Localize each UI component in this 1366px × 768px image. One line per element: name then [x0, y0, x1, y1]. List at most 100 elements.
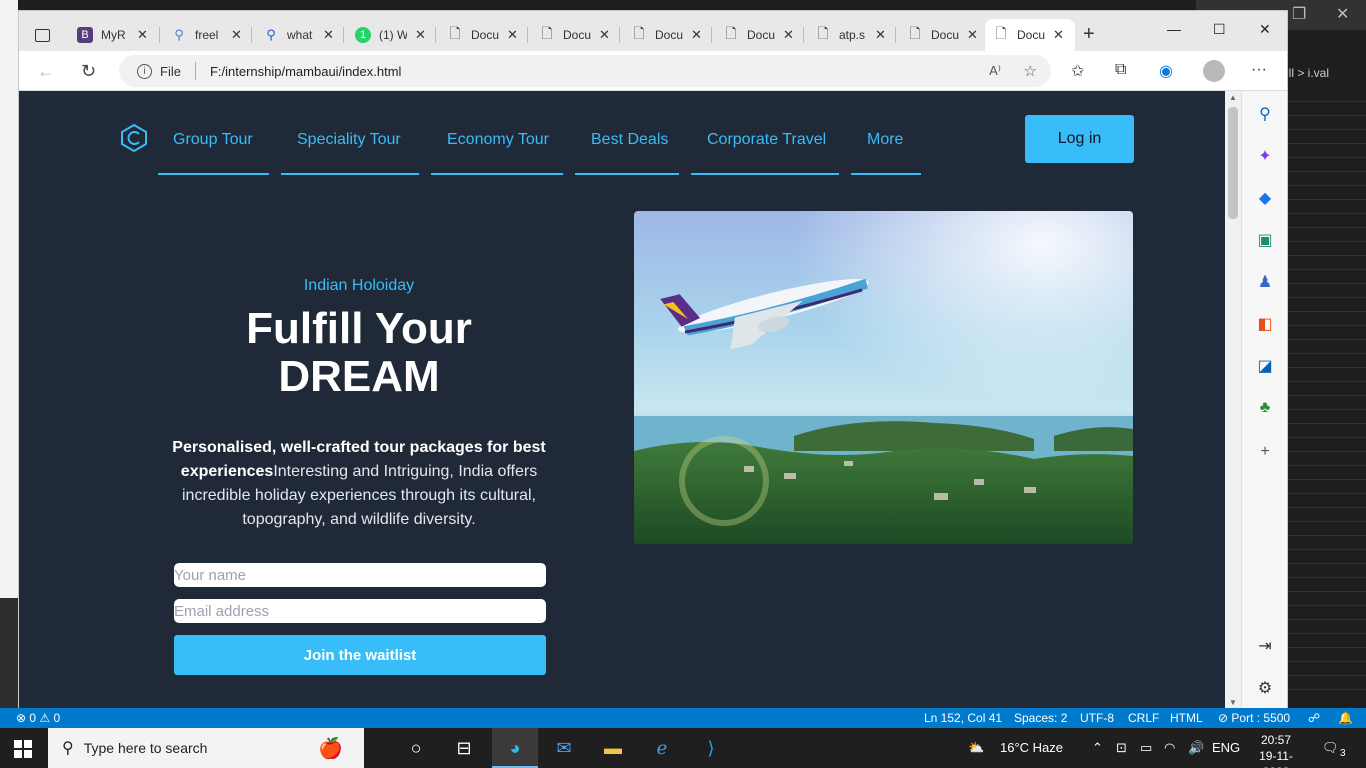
volume-icon[interactable]: 🔊	[1188, 740, 1204, 756]
mail-icon[interactable]: ✉	[552, 736, 576, 760]
action-center-icon[interactable]: 🗨	[1322, 740, 1339, 756]
collections-icon[interactable]: ⧉	[1115, 61, 1126, 79]
clock[interactable]: 20:57 19-11-2022	[1250, 732, 1302, 768]
tab-docu-active[interactable]: 🗋 Docu ✕	[985, 19, 1075, 51]
email-field[interactable]	[174, 599, 546, 623]
close-window-icon[interactable]: ✕	[1259, 21, 1271, 38]
scrollbar-thumb[interactable]	[1228, 107, 1238, 219]
nav-group-tour[interactable]: Group Tour	[173, 131, 253, 149]
close-tab-icon[interactable]: ✕	[783, 27, 794, 43]
tab-docu-2[interactable]: 🗋 Docu ✕	[531, 19, 618, 51]
close-tab-icon[interactable]: ✕	[599, 27, 610, 43]
feedback-icon[interactable]: ☍	[1308, 711, 1320, 725]
internet-explorer-icon[interactable]: ℯ	[650, 736, 674, 760]
info-icon[interactable]: i	[137, 63, 152, 79]
nav-economy-tour[interactable]: Economy Tour	[447, 131, 549, 149]
close-tab-icon[interactable]: ✕	[875, 27, 886, 43]
tab-docu-5[interactable]: 🗋 Docu ✕	[899, 19, 986, 51]
favorites-icon[interactable]: ✩	[1071, 61, 1084, 81]
close-icon[interactable]: ✕	[1336, 4, 1349, 24]
vscode-icon[interactable]: ⟩	[699, 736, 723, 760]
minimize-icon[interactable]: —	[1167, 21, 1181, 37]
address-bar[interactable]: i File F:/internship/mambaui/index.html …	[119, 55, 1051, 87]
settings-icon[interactable]: ⚙	[1256, 679, 1274, 697]
workspaces-button[interactable]	[27, 19, 66, 51]
tree-icon[interactable]: ♣	[1256, 399, 1274, 417]
close-tab-icon[interactable]: ✕	[691, 27, 702, 43]
read-aloud-icon[interactable]: A⁾	[989, 63, 1001, 79]
indent-spaces[interactable]: Spaces: 2	[1014, 711, 1067, 725]
tab-freel[interactable]: ⚲ freel ✕	[163, 19, 250, 51]
name-field[interactable]	[174, 563, 546, 587]
tab-docu-3[interactable]: 🗋 Docu ✕	[623, 19, 710, 51]
refresh-icon[interactable]: ↻	[81, 61, 96, 82]
task-view-icon[interactable]: ○	[404, 736, 428, 760]
search-icon[interactable]: ⚲	[1256, 105, 1274, 123]
encoding[interactable]: UTF-8	[1080, 711, 1114, 725]
page-scrollbar[interactable]: ▲ ▼	[1225, 91, 1241, 709]
sidebar-collapse-icon[interactable]: ⇥	[1256, 637, 1274, 655]
tab-what[interactable]: ⚲ what ✕	[255, 19, 342, 51]
close-tab-icon[interactable]: ✕	[137, 27, 148, 43]
nav-best-deals[interactable]: Best Deals	[591, 131, 668, 149]
windows-taskbar: ⚲ Type here to search 🍎 ○ ⊟ ◕ ✉ ▬ ℯ ⟩ ⛅ …	[0, 728, 1366, 768]
tools-icon[interactable]: ▣	[1256, 231, 1274, 249]
network-icon[interactable]: ⊡	[1116, 740, 1127, 756]
input-language[interactable]: ENG	[1212, 740, 1240, 755]
avatar[interactable]	[1203, 60, 1225, 82]
taskbar-search[interactable]: ⚲ Type here to search 🍎	[48, 728, 364, 768]
show-hidden-icons-icon[interactable]: ⌃	[1092, 740, 1103, 756]
restore-icon[interactable]: ❐	[1292, 4, 1306, 24]
edge-icon[interactable]: ◕	[503, 736, 527, 760]
search-icon: ⚲	[62, 740, 74, 757]
office-icon[interactable]: ◧	[1256, 315, 1274, 333]
widgets-icon[interactable]: ⊟	[452, 736, 476, 760]
line-ending[interactable]: CRLF	[1128, 711, 1159, 725]
tab-atp[interactable]: 🗋 atp.s ✕	[807, 19, 894, 51]
close-tab-icon[interactable]: ✕	[323, 27, 334, 43]
logo-icon[interactable]	[119, 123, 149, 153]
close-tab-icon[interactable]: ✕	[231, 27, 242, 43]
weather-icon[interactable]: ⛅	[968, 740, 984, 756]
back-icon[interactable]: ←	[37, 61, 55, 82]
edge-feature-icon[interactable]: ◉	[1159, 61, 1173, 81]
url-text[interactable]: F:/internship/mambaui/index.html	[210, 64, 401, 79]
vscode-breadcrumb[interactable]: ill > i.val	[1286, 66, 1329, 80]
live-server-port[interactable]: ⊘ Port : 5500	[1218, 711, 1290, 725]
discover-icon[interactable]: ✦	[1256, 147, 1274, 165]
tab-docu-4[interactable]: 🗋 Docu ✕	[715, 19, 802, 51]
document-icon: 🗋	[725, 25, 737, 41]
new-tab-icon[interactable]: +	[1083, 23, 1095, 46]
close-tab-icon[interactable]: ✕	[967, 27, 978, 43]
more-options-icon[interactable]: ···	[1251, 61, 1267, 79]
tab-whatsapp[interactable]: 1 (1) W ✕	[347, 19, 434, 51]
scroll-down-icon[interactable]: ▼	[1229, 698, 1237, 707]
notifications-bell-icon[interactable]: 🔔	[1338, 711, 1353, 725]
nav-speciality-tour[interactable]: Speciality Tour	[297, 131, 401, 149]
close-tab-icon[interactable]: ✕	[507, 27, 518, 43]
background-window-edge-dark	[0, 598, 18, 708]
close-tab-icon[interactable]: ✕	[415, 27, 426, 43]
language-mode[interactable]: HTML	[1170, 711, 1203, 725]
scroll-up-icon[interactable]: ▲	[1229, 93, 1237, 102]
tab-docu-1[interactable]: 🗋 Docu ✕	[439, 19, 526, 51]
wifi-icon[interactable]: ◠	[1164, 740, 1175, 756]
windows-start-icon[interactable]	[14, 740, 32, 758]
add-icon[interactable]: +	[1256, 443, 1274, 461]
login-button[interactable]: Log in	[1025, 115, 1134, 163]
tab-myr[interactable]: B MyR ✕	[69, 19, 156, 51]
problems-indicator[interactable]: ⊗ 0 ⚠ 0	[16, 711, 60, 725]
weather-text[interactable]: 16°C Haze	[1000, 740, 1063, 755]
battery-icon[interactable]: ▭	[1140, 740, 1152, 756]
close-tab-icon[interactable]: ✕	[1053, 27, 1064, 43]
nav-more[interactable]: More	[867, 131, 903, 149]
add-favorite-icon[interactable]: ☆	[1024, 62, 1037, 80]
shopping-tag-icon[interactable]: ◆	[1256, 189, 1274, 207]
cursor-position[interactable]: Ln 152, Col 41	[924, 711, 1002, 725]
outlook-icon[interactable]: ◪	[1256, 357, 1274, 375]
join-waitlist-button[interactable]: Join the waitlist	[174, 635, 546, 675]
nav-corporate-travel[interactable]: Corporate Travel	[707, 131, 826, 149]
games-icon[interactable]: ♟	[1256, 273, 1274, 291]
file-explorer-icon[interactable]: ▬	[601, 736, 625, 760]
maximize-icon[interactable]: ☐	[1213, 21, 1226, 38]
